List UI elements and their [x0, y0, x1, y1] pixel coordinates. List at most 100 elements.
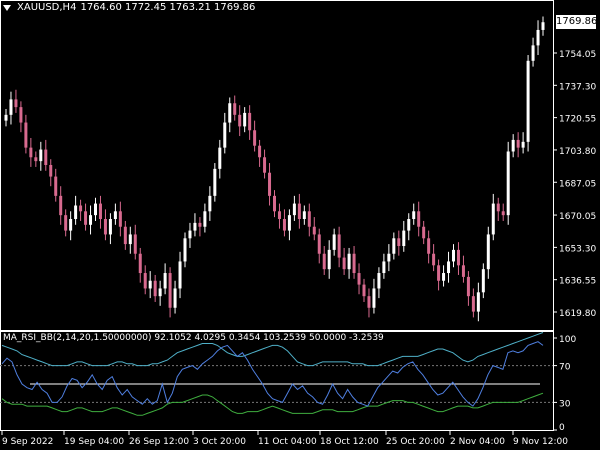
candle-body	[322, 253, 326, 270]
candle-body	[417, 211, 421, 227]
candle-body	[173, 288, 177, 308]
candle-body	[29, 147, 33, 158]
indicator-layer	[0, 332, 553, 416]
candle-body	[521, 141, 525, 148]
candle-body	[39, 149, 43, 162]
price-tick-label: 1636.55	[559, 277, 596, 287]
candle-body	[198, 222, 202, 227]
candle-body	[69, 219, 73, 231]
candle-body	[531, 45, 535, 61]
candle-body	[153, 280, 157, 297]
candle-body	[312, 226, 316, 235]
candle-body	[49, 164, 53, 177]
candle-body	[541, 22, 545, 30]
price-plot-border	[0, 0, 554, 331]
candle-body	[302, 211, 306, 220]
candle-body	[203, 211, 207, 227]
candle-body	[208, 195, 212, 212]
indicator-plot-border	[0, 331, 554, 431]
candle-body	[352, 253, 356, 274]
candle-body	[307, 211, 311, 227]
candle-body	[233, 103, 237, 115]
candle-body	[332, 234, 336, 250]
candle-body	[19, 107, 23, 123]
candle-body	[98, 203, 102, 220]
candle-body	[138, 253, 142, 274]
price-tick-label: 1703.80	[559, 147, 596, 157]
candle-body	[193, 222, 197, 231]
candle-body	[392, 238, 396, 254]
candle-body	[14, 99, 18, 108]
candle-body	[536, 29, 540, 46]
candle-body	[427, 238, 431, 254]
candle-body	[213, 168, 217, 196]
candle-body	[511, 139, 515, 152]
candle-body	[228, 103, 232, 123]
candle-body	[79, 205, 83, 212]
indicator-tick-label: 30	[559, 399, 571, 409]
candle-body	[133, 234, 137, 254]
candle-body	[282, 219, 286, 231]
candle-body	[327, 249, 331, 270]
candle-body	[64, 215, 68, 231]
candle-body	[113, 211, 117, 220]
candle-body	[447, 261, 451, 274]
candle-body	[268, 172, 272, 196]
chart-header: XAUUSD,H4 1764.60 1772.45 1763.21 1769.8…	[3, 2, 255, 13]
indicator-tick-label: 70	[559, 363, 571, 373]
candle-body	[263, 157, 267, 173]
candle-body	[108, 219, 112, 235]
indicator-label: MA_RSI_BB(2,14,20,1.50000000) 92.1052 4.…	[3, 333, 384, 343]
time-tick-label: 19 Sep 04:00	[64, 437, 124, 447]
candle-body	[218, 147, 222, 169]
candle-body	[456, 249, 460, 266]
candle-body	[367, 296, 371, 308]
price-chart[interactable]: 1754.05 1737.30 1720.55 1703.80 1687.05 1670.…	[0, 0, 600, 450]
candle-body	[491, 203, 495, 235]
candle-body	[238, 114, 242, 127]
candle-body	[402, 230, 406, 247]
chart-window[interactable]: 1754.05 1737.30 1720.55 1703.80 1687.05 1670.…	[0, 0, 600, 450]
candle-body	[387, 253, 391, 262]
price-tick-label: 1619.80	[559, 309, 596, 319]
candle-body	[342, 257, 346, 270]
current-price-badge: 1769.86	[556, 15, 598, 29]
candle-body	[357, 273, 361, 285]
candle-body	[526, 60, 530, 142]
candle-body	[496, 203, 500, 212]
candle-body	[372, 288, 376, 308]
time-tick-label: 2 Nov 04:00	[450, 437, 505, 447]
rsi-line	[1, 341, 544, 407]
candle-body	[118, 211, 122, 227]
candle-body	[466, 276, 470, 297]
candle-body	[452, 249, 455, 262]
time-tick-label: 25 Oct 20:00	[386, 437, 445, 447]
chevron-down-icon[interactable]	[3, 4, 11, 11]
time-tick-label: 9 Sep 2022	[2, 437, 53, 447]
price-tick-label: 1737.30	[559, 82, 596, 92]
candle-body	[382, 261, 386, 274]
indicator-tick-label: 100	[559, 335, 576, 345]
price-axis: 1754.05 1737.30 1720.55 1703.80 1687.05 1670.…	[553, 50, 596, 319]
candle-body	[258, 145, 262, 158]
candle-body	[54, 176, 58, 196]
candle-body	[347, 253, 351, 270]
candle-body	[178, 261, 182, 289]
candle-body	[128, 234, 132, 245]
candle-body	[442, 273, 446, 281]
candle-body	[143, 273, 147, 289]
candle-body	[24, 122, 28, 148]
candle-body	[183, 238, 187, 262]
price-tick-label: 1720.55	[559, 115, 596, 125]
candle-body	[59, 195, 63, 216]
time-tick-label: 18 Oct 12:00	[320, 437, 379, 447]
indicator-tick-label: 0	[559, 423, 565, 433]
time-tick-label: 11 Oct 04:00	[258, 437, 317, 447]
candle-body	[486, 234, 490, 270]
candles-layer	[4, 16, 545, 322]
candle-body	[481, 269, 485, 293]
candle-body	[287, 215, 291, 231]
candle-body	[158, 288, 162, 297]
candle-body	[516, 139, 520, 148]
candle-body	[297, 203, 301, 220]
